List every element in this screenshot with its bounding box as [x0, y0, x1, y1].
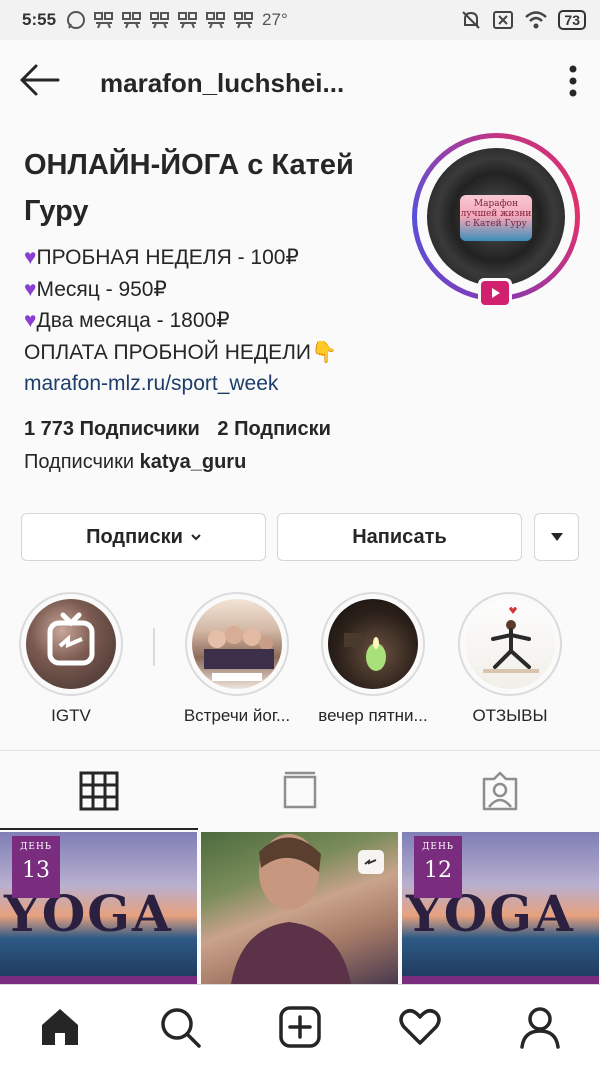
active-tab-indicator — [0, 828, 198, 830]
system-icons: 73 — [460, 9, 586, 31]
profile-content: ОНЛАЙН-ЙОГА с Катей Гуру Марафон лучшей … — [0, 124, 600, 984]
play-icon — [492, 288, 500, 298]
home-icon — [42, 1009, 78, 1045]
post-thumbnail[interactable]: YOGA ДЕНЬ 13 — [0, 832, 197, 984]
highlight-image — [465, 599, 555, 689]
nav-new-post-button[interactable] — [278, 1005, 322, 1049]
profile-bio: ♥ПРОБНАЯ НЕДЕЛЯ - 100₽ ♥Месяц - 950₽ ♥Дв… — [24, 242, 424, 400]
highlight-friday-evening[interactable] — [321, 592, 425, 696]
more-options-button[interactable] — [566, 64, 580, 98]
chevron-down-icon — [191, 534, 201, 541]
bio-line: ♥Два месяца - 1800₽ — [24, 309, 230, 332]
bio-payment-line: ОПЛАТА ПРОБНОЙ НЕДЕЛИ👇 — [24, 340, 338, 364]
igtv-badge — [478, 278, 512, 308]
grid-icon — [79, 771, 119, 811]
temperature: 27° — [262, 10, 288, 29]
day-badge: ДЕНЬ 12 — [414, 836, 462, 898]
whatsapp-icon — [67, 11, 86, 29]
notification-icons: 27° — [66, 10, 288, 30]
avatar-label-text: Марафон лучшей жизни с Катей Гуру — [460, 195, 532, 241]
avatar[interactable]: Марафон лучшей жизни с Катей Гуру — [412, 133, 580, 301]
battery-indicator: 73 — [558, 10, 586, 30]
bio-line: ♥ПРОБНАЯ НЕДЕЛЯ - 100₽ — [24, 246, 299, 269]
user-icon — [520, 1007, 560, 1049]
highlight-meetings[interactable] — [185, 592, 289, 696]
tab-tagged[interactable] — [400, 751, 600, 831]
nav-search-button[interactable] — [158, 1005, 202, 1049]
highlight-label: вечер пятни... — [318, 706, 428, 725]
caret-down-icon — [550, 533, 563, 541]
purple-heart-icon: ♥ — [24, 246, 37, 269]
purple-heart-icon: ♥ — [24, 309, 37, 332]
app-notification-icon — [234, 12, 254, 29]
purple-strip — [0, 976, 197, 984]
app-notification-icon — [206, 12, 226, 29]
app-notification-icon — [122, 12, 142, 29]
message-button[interactable]: Написать — [277, 513, 522, 561]
suggestions-dropdown-button[interactable] — [534, 513, 579, 561]
subscriptions-button[interactable]: Подписки — [21, 513, 266, 561]
highlight-image — [192, 599, 282, 689]
highlight-label: Встречи йог... — [183, 706, 291, 725]
profile-stats: 1 773 Подписчики 2 Подписки — [24, 418, 343, 441]
app-notification-icon — [150, 12, 170, 29]
bottom-navigation — [0, 984, 600, 1066]
igtv-post-badge — [358, 850, 384, 874]
post-thumbnail[interactable] — [201, 832, 398, 984]
followed-by[interactable]: Подписчики katya_guru — [24, 451, 246, 474]
no-sim-icon — [493, 11, 514, 29]
back-button[interactable] — [18, 62, 62, 98]
candle-image — [344, 633, 386, 671]
bell-muted-icon — [462, 11, 481, 29]
heart-icon — [399, 1009, 441, 1045]
avatar-image: Марафон лучшей жизни с Катей Гуру — [427, 148, 565, 286]
nav-profile-button[interactable] — [518, 1005, 562, 1049]
yoga-pose-image — [483, 607, 539, 673]
status-time: 5:55 — [22, 10, 57, 29]
igtv-tab-icon — [283, 771, 317, 809]
highlight-image — [26, 599, 116, 689]
app-notification-icon — [94, 12, 114, 29]
profile-display-name: ОНЛАЙН-ЙОГА с Катей Гуру — [24, 149, 354, 227]
post-thumbnail[interactable]: YOGA ДЕНЬ 12 — [402, 832, 599, 984]
more-vertical-icon — [569, 65, 577, 97]
highlight-reviews[interactable] — [458, 592, 562, 696]
avatar-ring-gap: Марафон лучшей жизни с Катей Гуру — [417, 138, 575, 296]
following-count[interactable]: 2 Подписки — [217, 418, 331, 440]
group-photo-image — [204, 626, 274, 681]
plus-square-icon — [279, 1006, 321, 1048]
nav-home-button[interactable] — [38, 1005, 82, 1049]
highlight-image — [328, 599, 418, 689]
day-badge: ДЕНЬ 13 — [12, 836, 60, 898]
status-bar: 5:55 27° 73 — [0, 0, 600, 40]
page-title: marafon_luchshei... — [100, 68, 345, 98]
bio-line: ♥Месяц - 950₽ — [24, 277, 167, 301]
nav-activity-button[interactable] — [398, 1005, 442, 1049]
app-notification-icon — [178, 12, 198, 29]
profile-tabs — [0, 751, 600, 831]
purple-heart-icon: ♥ — [24, 277, 37, 301]
highlight-label: ОТЗЫВЫ — [472, 706, 548, 725]
profile-header: marafon_luchshei... — [0, 40, 600, 124]
tab-igtv[interactable] — [200, 751, 400, 831]
wifi-icon — [525, 11, 548, 29]
followed-by-user: katya_guru — [139, 451, 247, 473]
purple-strip — [402, 976, 599, 984]
arrow-left-icon — [20, 64, 60, 96]
igtv-icon — [47, 612, 95, 666]
tab-grid[interactable] — [0, 751, 200, 831]
bio-link[interactable]: marafon-mlz.ru/sport_week — [24, 368, 424, 400]
search-icon — [161, 1008, 201, 1048]
highlight-divider — [153, 628, 155, 666]
igtv-icon — [364, 859, 377, 865]
followers-count[interactable]: 1 773 Подписчики — [24, 418, 200, 440]
highlight-label: IGTV — [51, 706, 91, 725]
highlight-igtv[interactable] — [19, 592, 123, 696]
tagged-person-icon — [482, 771, 518, 811]
